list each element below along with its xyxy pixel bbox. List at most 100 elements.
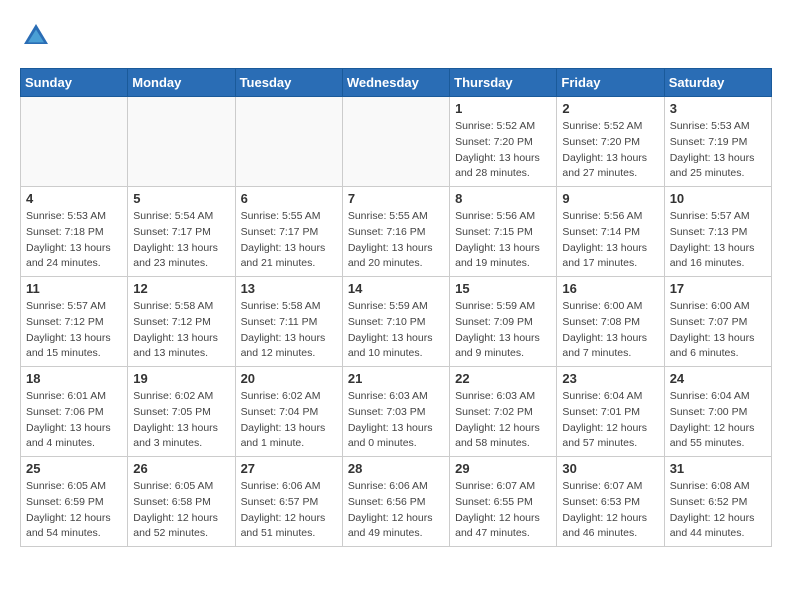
calendar-day-cell: 3 Sunrise: 5:53 AMSunset: 7:19 PMDaylight… xyxy=(664,97,771,187)
day-number: 26 xyxy=(133,461,229,476)
calendar-day-cell: 22 Sunrise: 6:03 AMSunset: 7:02 PMDayligh… xyxy=(450,367,557,457)
day-number: 5 xyxy=(133,191,229,206)
day-number: 1 xyxy=(455,101,551,116)
calendar-day-cell: 9 Sunrise: 5:56 AMSunset: 7:14 PMDaylight… xyxy=(557,187,664,277)
calendar-day-cell: 21Sunrise: 6:03 AMSunset: 7:03 PMDayligh… xyxy=(342,367,449,457)
calendar-day-cell: 28Sunrise: 6:06 AMSunset: 6:56 PMDayligh… xyxy=(342,457,449,547)
day-number: 23 xyxy=(562,371,658,386)
calendar-day-cell: 2Sunrise: 5:52 AMSunset: 7:20 PMDaylight… xyxy=(557,97,664,187)
day-number: 27 xyxy=(241,461,337,476)
day-info: Sunrise: 6:05 AMSunset: 6:59 PMDaylight:… xyxy=(26,479,122,542)
calendar-day-cell: 29 Sunrise: 6:07 AMSunset: 6:55 PMDayligh… xyxy=(450,457,557,547)
day-number: 9 xyxy=(562,191,658,206)
calendar-day-cell: 13 Sunrise: 5:58 AMSunset: 7:11 PMDayligh… xyxy=(235,277,342,367)
day-number: 15 xyxy=(455,281,551,296)
calendar-day-cell xyxy=(21,97,128,187)
day-number: 8 xyxy=(455,191,551,206)
weekday-header: Friday xyxy=(557,69,664,97)
calendar-day-cell: 19 Sunrise: 6:02 AMSunset: 7:05 PMDayligh… xyxy=(128,367,235,457)
day-number: 3 xyxy=(670,101,766,116)
day-number: 29 xyxy=(455,461,551,476)
logo xyxy=(20,20,58,52)
day-number: 22 xyxy=(455,371,551,386)
day-number: 7 xyxy=(348,191,444,206)
day-number: 12 xyxy=(133,281,229,296)
calendar-day-cell: 23 Sunrise: 6:04 AMSunset: 7:01 PMDayligh… xyxy=(557,367,664,457)
day-info: Sunrise: 6:04 AMSunset: 7:01 PMDaylight:… xyxy=(562,389,658,452)
day-number: 25 xyxy=(26,461,122,476)
calendar-day-cell: 5 Sunrise: 5:54 AMSunset: 7:17 PMDaylight… xyxy=(128,187,235,277)
day-info: Sunrise: 6:06 AMSunset: 6:57 PMDaylight:… xyxy=(241,479,337,542)
day-info: Sunrise: 6:02 AMSunset: 7:04 PMDaylight:… xyxy=(241,389,337,452)
day-number: 13 xyxy=(241,281,337,296)
calendar-day-cell: 7 Sunrise: 5:55 AMSunset: 7:16 PMDaylight… xyxy=(342,187,449,277)
day-info: Sunrise: 5:52 AMSunset: 7:20 PMDaylight:… xyxy=(455,119,551,182)
day-info: Sunrise: 6:05 AMSunset: 6:58 PMDaylight:… xyxy=(133,479,229,542)
day-number: 30 xyxy=(562,461,658,476)
day-info: Sunrise: 6:00 AMSunset: 7:08 PMDaylight:… xyxy=(562,299,658,362)
day-number: 19 xyxy=(133,371,229,386)
weekday-header: Saturday xyxy=(664,69,771,97)
day-info: Sunrise: 5:59 AMSunset: 7:09 PMDaylight:… xyxy=(455,299,551,362)
day-info: Sunrise: 6:04 AMSunset: 7:00 PMDaylight:… xyxy=(670,389,766,452)
calendar-day-cell: 12Sunrise: 5:58 AMSunset: 7:12 PMDayligh… xyxy=(128,277,235,367)
day-number: 18 xyxy=(26,371,122,386)
weekday-header: Sunday xyxy=(21,69,128,97)
day-number: 20 xyxy=(241,371,337,386)
calendar-day-cell: 8Sunrise: 5:56 AMSunset: 7:15 PMDaylight… xyxy=(450,187,557,277)
day-info: Sunrise: 6:03 AMSunset: 7:03 PMDaylight:… xyxy=(348,389,444,452)
day-info: Sunrise: 6:00 AMSunset: 7:07 PMDaylight:… xyxy=(670,299,766,362)
day-info: Sunrise: 5:56 AMSunset: 7:14 PMDaylight:… xyxy=(562,209,658,272)
logo-icon xyxy=(20,20,52,52)
calendar-day-cell: 11 Sunrise: 5:57 AMSunset: 7:12 PMDayligh… xyxy=(21,277,128,367)
day-info: Sunrise: 5:55 AMSunset: 7:17 PMDaylight:… xyxy=(241,209,337,272)
day-number: 4 xyxy=(26,191,122,206)
day-number: 17 xyxy=(670,281,766,296)
calendar-day-cell xyxy=(128,97,235,187)
calendar-day-cell: 31 Sunrise: 6:08 AMSunset: 6:52 PMDayligh… xyxy=(664,457,771,547)
calendar-day-cell: 14Sunrise: 5:59 AMSunset: 7:10 PMDayligh… xyxy=(342,277,449,367)
calendar-week-row: 1 Sunrise: 5:52 AMSunset: 7:20 PMDaylight… xyxy=(21,97,772,187)
day-info: Sunrise: 5:53 AMSunset: 7:18 PMDaylight:… xyxy=(26,209,122,272)
day-number: 16 xyxy=(562,281,658,296)
weekday-header: Tuesday xyxy=(235,69,342,97)
day-number: 31 xyxy=(670,461,766,476)
calendar-day-cell: 17 Sunrise: 6:00 AMSunset: 7:07 PMDayligh… xyxy=(664,277,771,367)
day-info: Sunrise: 6:07 AMSunset: 6:53 PMDaylight:… xyxy=(562,479,658,542)
day-number: 6 xyxy=(241,191,337,206)
weekday-header: Monday xyxy=(128,69,235,97)
calendar-day-cell: 10 Sunrise: 5:57 AMSunset: 7:13 PMDayligh… xyxy=(664,187,771,277)
calendar-day-cell xyxy=(342,97,449,187)
day-number: 2 xyxy=(562,101,658,116)
day-info: Sunrise: 6:07 AMSunset: 6:55 PMDaylight:… xyxy=(455,479,551,542)
day-info: Sunrise: 6:02 AMSunset: 7:05 PMDaylight:… xyxy=(133,389,229,452)
calendar-day-cell: 16 Sunrise: 6:00 AMSunset: 7:08 PMDayligh… xyxy=(557,277,664,367)
calendar-day-cell: 24 Sunrise: 6:04 AMSunset: 7:00 PMDayligh… xyxy=(664,367,771,457)
weekday-header: Thursday xyxy=(450,69,557,97)
calendar-day-cell: 25 Sunrise: 6:05 AMSunset: 6:59 PMDayligh… xyxy=(21,457,128,547)
day-info: Sunrise: 6:06 AMSunset: 6:56 PMDaylight:… xyxy=(348,479,444,542)
calendar-week-row: 4 Sunrise: 5:53 AMSunset: 7:18 PMDaylight… xyxy=(21,187,772,277)
calendar-week-row: 25 Sunrise: 6:05 AMSunset: 6:59 PMDayligh… xyxy=(21,457,772,547)
day-info: Sunrise: 5:57 AMSunset: 7:13 PMDaylight:… xyxy=(670,209,766,272)
day-info: Sunrise: 5:57 AMSunset: 7:12 PMDaylight:… xyxy=(26,299,122,362)
page-header xyxy=(20,20,772,52)
day-info: Sunrise: 6:01 AMSunset: 7:06 PMDaylight:… xyxy=(26,389,122,452)
calendar-day-cell: 26 Sunrise: 6:05 AMSunset: 6:58 PMDayligh… xyxy=(128,457,235,547)
calendar-day-cell xyxy=(235,97,342,187)
day-info: Sunrise: 5:53 AMSunset: 7:19 PMDaylight:… xyxy=(670,119,766,182)
day-info: Sunrise: 6:08 AMSunset: 6:52 PMDaylight:… xyxy=(670,479,766,542)
day-info: Sunrise: 5:55 AMSunset: 7:16 PMDaylight:… xyxy=(348,209,444,272)
calendar-day-cell: 27 Sunrise: 6:06 AMSunset: 6:57 PMDayligh… xyxy=(235,457,342,547)
day-info: Sunrise: 5:58 AMSunset: 7:11 PMDaylight:… xyxy=(241,299,337,362)
weekday-header: Wednesday xyxy=(342,69,449,97)
day-number: 10 xyxy=(670,191,766,206)
day-info: Sunrise: 5:54 AMSunset: 7:17 PMDaylight:… xyxy=(133,209,229,272)
day-number: 24 xyxy=(670,371,766,386)
calendar-day-cell: 15 Sunrise: 5:59 AMSunset: 7:09 PMDayligh… xyxy=(450,277,557,367)
calendar-day-cell: 20 Sunrise: 6:02 AMSunset: 7:04 PMDayligh… xyxy=(235,367,342,457)
day-info: Sunrise: 6:03 AMSunset: 7:02 PMDaylight:… xyxy=(455,389,551,452)
day-number: 11 xyxy=(26,281,122,296)
calendar-day-cell: 18 Sunrise: 6:01 AMSunset: 7:06 PMDayligh… xyxy=(21,367,128,457)
day-number: 14 xyxy=(348,281,444,296)
